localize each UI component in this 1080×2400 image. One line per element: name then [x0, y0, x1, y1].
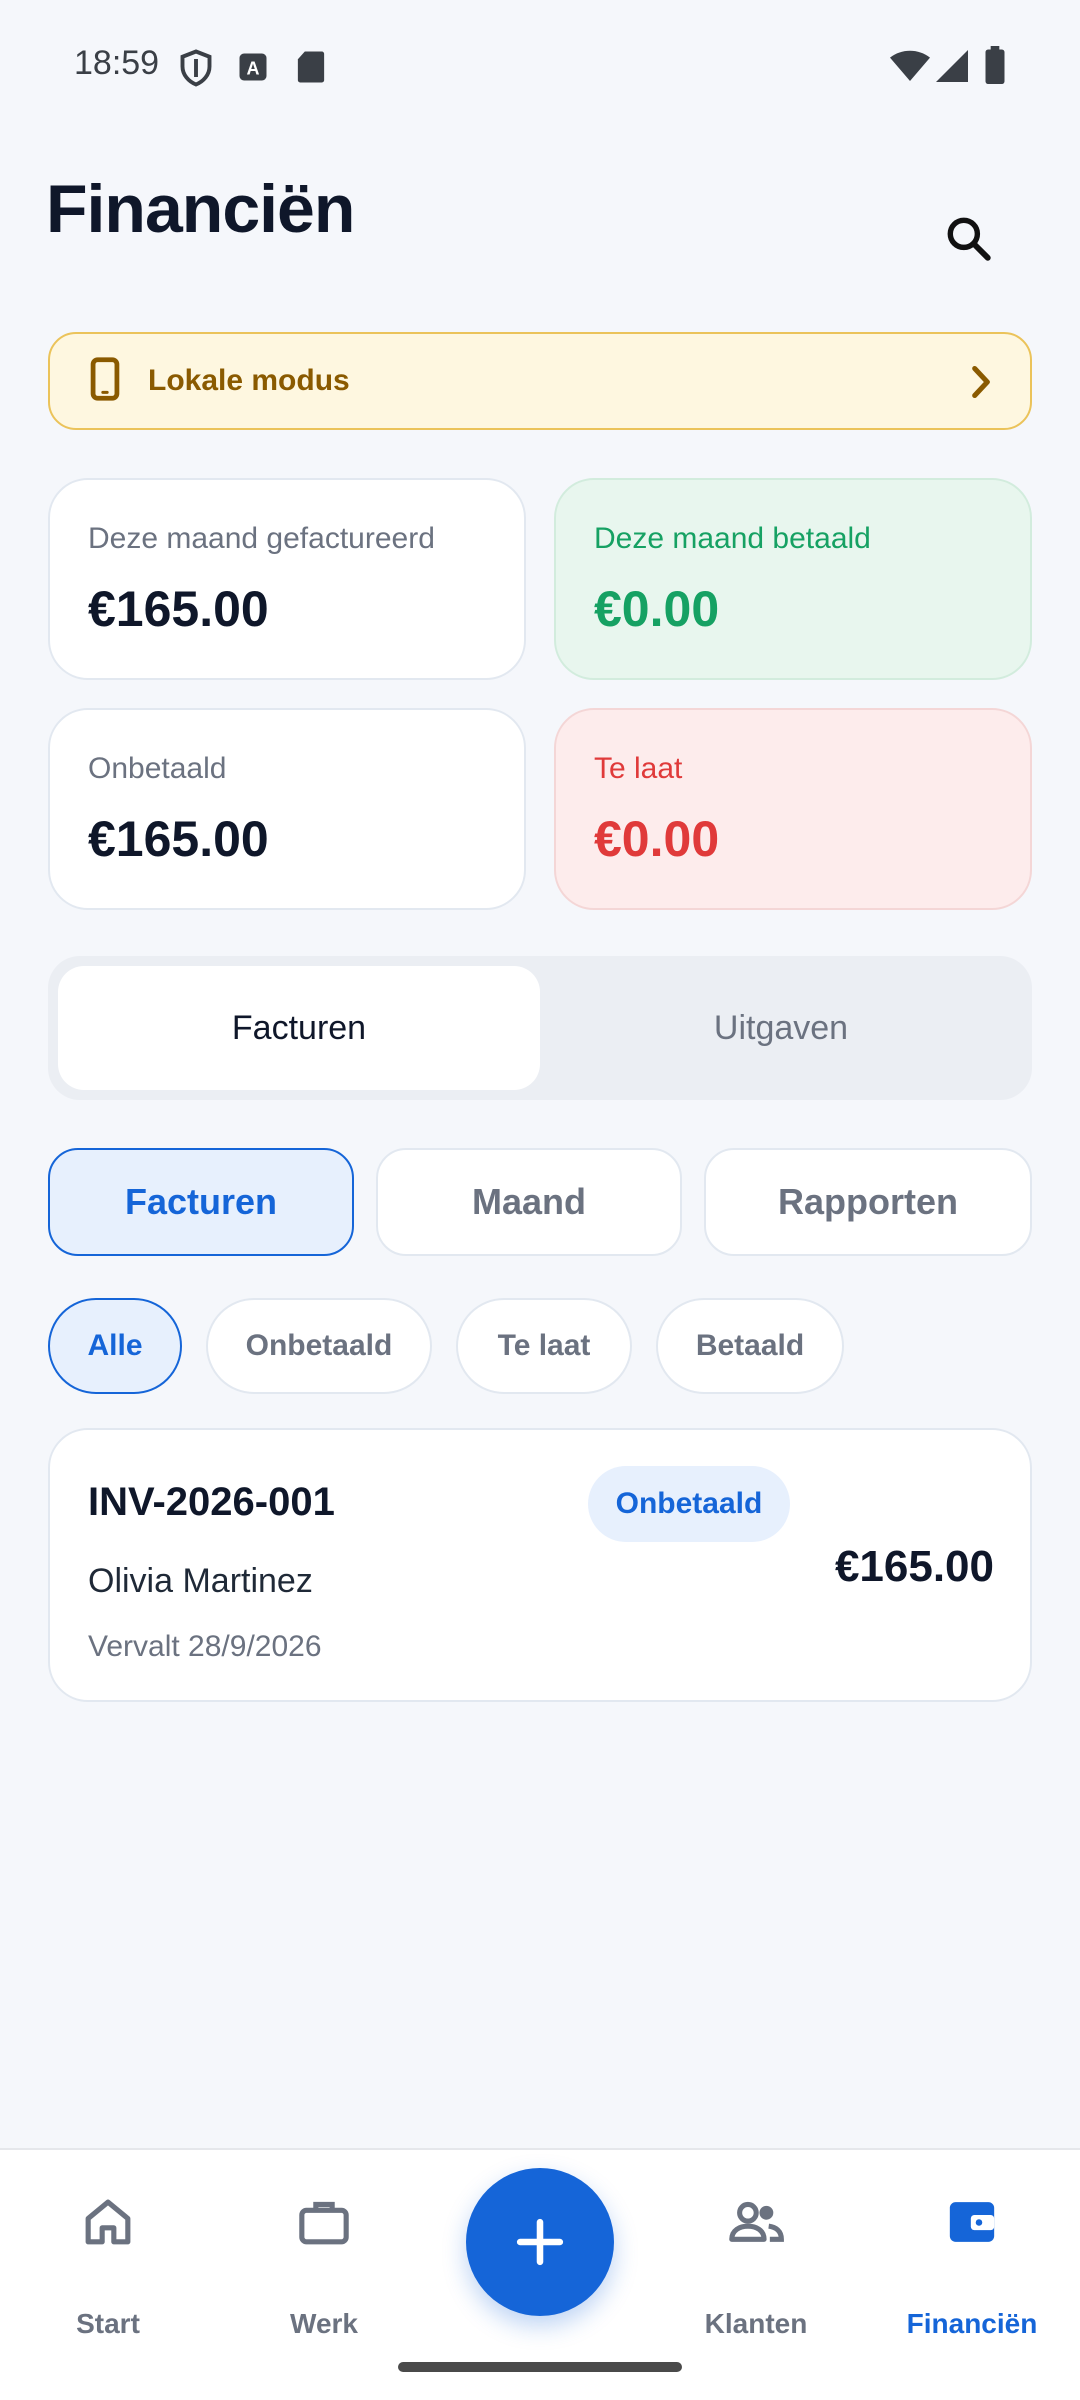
svg-text:A: A [247, 59, 260, 79]
status-bar: 18:59 A [0, 0, 1080, 130]
home-indicator[interactable] [398, 2362, 682, 2372]
invoice-client: Olivia Martinez [88, 1562, 313, 1600]
finance-screen: 18:59 A Financiën Lokale modus Deze maan… [0, 0, 1080, 2400]
tab-reports[interactable]: Rapporten [704, 1148, 1032, 1256]
plus-icon [516, 2218, 564, 2266]
stat-card-unpaid: Onbetaald €165.00 [48, 708, 526, 910]
wifi-icon [890, 50, 930, 87]
signal-icon [936, 50, 968, 87]
nav-item-klanten[interactable]: Klanten [656, 2194, 856, 2339]
sd-card-icon [296, 50, 326, 89]
tab-month[interactable]: Maand [376, 1148, 682, 1256]
shield-icon [178, 48, 214, 93]
nav-item-werk[interactable]: Werk [224, 2194, 424, 2339]
search-icon [947, 217, 991, 261]
segmented-control: Facturen Uitgaven [48, 956, 1032, 1100]
filter-chip-paid[interactable]: Betaald [656, 1298, 844, 1394]
people-icon [656, 2194, 856, 2250]
stat-card-overdue: Te laat €0.00 [554, 708, 1032, 910]
stat-value: €165.00 [88, 811, 269, 867]
add-button[interactable] [466, 2168, 614, 2316]
nav-label: Start [76, 2308, 140, 2339]
status-badge: Onbetaald [588, 1466, 790, 1542]
search-button[interactable] [930, 200, 1006, 276]
stat-value: €0.00 [594, 811, 720, 867]
stat-value: €0.00 [594, 581, 720, 637]
stat-card-paid-month: Deze maand betaald €0.00 [554, 478, 1032, 680]
nav-label: Financiën [906, 2308, 1038, 2339]
nav-item-financien[interactable]: Financiën [872, 2194, 1072, 2339]
page-title: Financiën [46, 171, 355, 247]
stat-label: Onbetaald [88, 752, 227, 785]
text-badge-icon: A [238, 52, 268, 87]
tab-invoices[interactable]: Facturen [48, 1148, 354, 1256]
filter-chip-all[interactable]: Alle [48, 1298, 182, 1394]
stat-value: €165.00 [88, 581, 269, 637]
segment-invoices[interactable]: Facturen [58, 966, 540, 1090]
briefcase-icon [224, 2194, 424, 2250]
filter-chip-late[interactable]: Te laat [456, 1298, 632, 1394]
stat-label: Deze maand gefactureerd [88, 522, 435, 555]
chevron-right-icon [970, 364, 992, 405]
nav-label: Werk [290, 2308, 358, 2339]
wallet-icon [872, 2194, 1072, 2250]
status-time: 18:59 [74, 44, 160, 82]
invoice-card[interactable]: INV-2026-001 Onbetaald Olivia Martinez V… [48, 1428, 1032, 1702]
nav-label: Klanten [704, 2308, 808, 2339]
phone-icon [90, 356, 120, 406]
local-mode-banner[interactable]: Lokale modus [48, 332, 1032, 430]
invoice-due-date: Vervalt 28/9/2026 [88, 1630, 322, 1663]
invoice-amount: €165.00 [834, 1542, 994, 1591]
filter-chip-unpaid[interactable]: Onbetaald [206, 1298, 432, 1394]
stat-label: Deze maand betaald [594, 522, 871, 555]
home-icon [8, 2194, 208, 2250]
stat-card-invoiced-month: Deze maand gefactureerd €165.00 [48, 478, 526, 680]
invoice-number: INV-2026-001 [88, 1480, 335, 1524]
stat-label: Te laat [594, 752, 683, 785]
nav-item-start[interactable]: Start [8, 2194, 208, 2339]
battery-icon [984, 46, 1006, 89]
local-mode-label: Lokale modus [148, 364, 350, 397]
segment-expenses[interactable]: Uitgaven [540, 966, 1022, 1090]
